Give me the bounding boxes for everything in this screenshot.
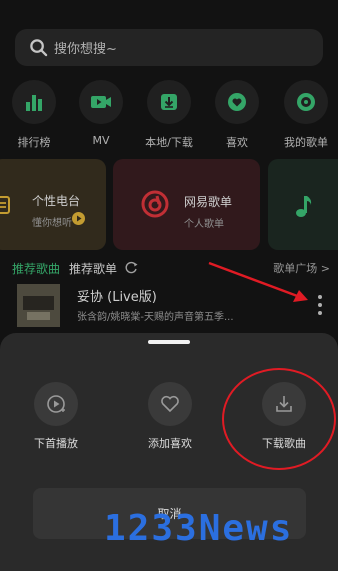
sheet-drag-handle[interactable] — [148, 340, 190, 344]
heart-outline-icon — [161, 395, 179, 413]
action-label: 添加喜欢 — [148, 437, 192, 450]
action-label: 下首播放 — [34, 437, 78, 450]
play-next-button[interactable]: 下首播放 — [16, 382, 96, 451]
watermark: 1233News — [104, 508, 294, 549]
play-next-icon — [47, 395, 65, 413]
highlight-circle — [222, 368, 336, 470]
add-favorite-button[interactable]: 添加喜欢 — [130, 382, 210, 451]
